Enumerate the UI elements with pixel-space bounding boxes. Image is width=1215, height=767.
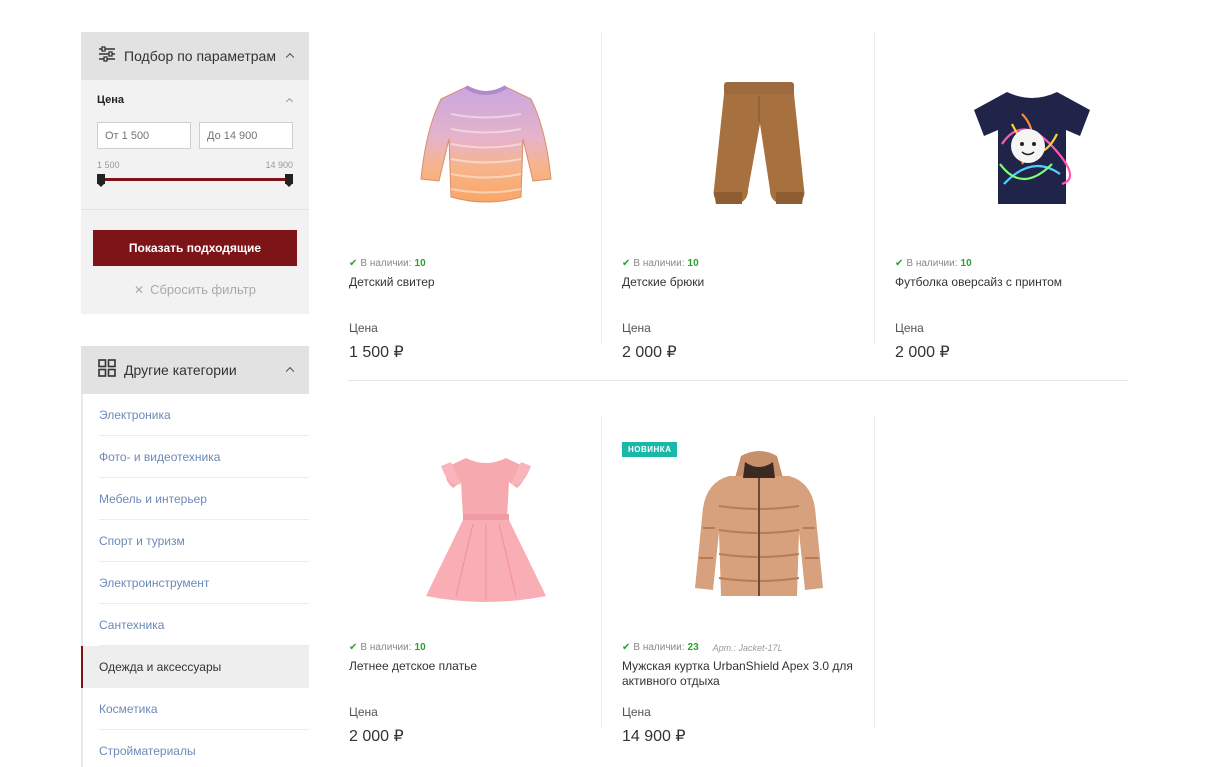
price-min-label: 1 500 bbox=[97, 160, 120, 170]
price-label: Цена bbox=[622, 705, 651, 719]
category-item[interactable]: Электроинструмент bbox=[83, 562, 309, 604]
price-chevron-up-icon[interactable] bbox=[285, 97, 294, 106]
price-max-label: 14 900 bbox=[265, 160, 293, 170]
filter-title: Подбор по параметрам bbox=[124, 48, 276, 64]
product-card[interactable]: НОВИНКА ✔ В наличии: 23 Арт.: Jacket-17L… bbox=[622, 426, 895, 745]
product-name[interactable]: Детские брюки bbox=[622, 275, 862, 290]
other-categories-panel: Другие категории Электроника Фото- и вид… bbox=[81, 346, 309, 767]
stock-label: В наличии: bbox=[633, 258, 685, 269]
product-card[interactable]: ✔ В наличии: 10 Детские брюки Цена 2 000… bbox=[622, 42, 895, 361]
categories-list: Электроника Фото- и видеотехника Мебель … bbox=[81, 394, 309, 767]
category-item-active[interactable]: Одежда и аксессуары bbox=[81, 646, 309, 688]
pants-image[interactable] bbox=[622, 42, 895, 246]
category-item[interactable]: Мебель и интерьер bbox=[83, 478, 309, 520]
stock-status: ✔ В наличии: 10 bbox=[622, 258, 699, 269]
stock-status: ✔ В наличии: 23 Арт.: Jacket-17L bbox=[622, 642, 783, 653]
stock-count: 10 bbox=[414, 258, 426, 269]
check-icon: ✔ bbox=[622, 642, 631, 653]
close-icon: ✕ bbox=[134, 283, 145, 297]
stock-label: В наличии: bbox=[633, 642, 685, 653]
tshirt-image[interactable] bbox=[895, 42, 1168, 246]
product-price: 14 900 ₽ bbox=[622, 728, 686, 745]
category-item[interactable]: Электроника bbox=[83, 394, 309, 436]
check-icon: ✔ bbox=[895, 258, 904, 269]
grid-icon bbox=[98, 358, 116, 382]
stock-label: В наличии: bbox=[360, 642, 412, 653]
stock-label: В наличии: bbox=[906, 258, 958, 269]
check-icon: ✔ bbox=[349, 642, 358, 653]
price-label: Цена bbox=[895, 321, 924, 335]
price-label: Цена bbox=[349, 321, 378, 335]
stock-status: ✔ В наличии: 10 bbox=[349, 642, 426, 653]
stock-status: ✔ В наличии: 10 bbox=[895, 258, 972, 269]
category-item[interactable]: Стройматериалы bbox=[83, 730, 309, 767]
categories-title: Другие категории bbox=[124, 362, 237, 378]
reset-filter-label: Сбросить фильтр bbox=[150, 282, 256, 297]
dress-image[interactable] bbox=[349, 426, 622, 630]
product-name[interactable]: Мужская куртка UrbanShield Apex 3.0 для … bbox=[622, 659, 862, 689]
sweater-image[interactable] bbox=[349, 42, 622, 246]
product-price: 2 000 ₽ bbox=[349, 728, 404, 745]
article-number: Арт.: Jacket-17L bbox=[712, 642, 783, 653]
product-card[interactable]: ✔ В наличии: 10 Летнее детское платье Це… bbox=[349, 426, 622, 745]
category-item[interactable]: Косметика bbox=[83, 688, 309, 730]
product-name[interactable]: Детский свитер bbox=[349, 275, 589, 290]
price-from-input[interactable] bbox=[97, 122, 191, 149]
categories-header[interactable]: Другие категории bbox=[81, 346, 309, 394]
category-item[interactable]: Сантехника bbox=[83, 604, 309, 646]
product-card[interactable]: ✔ В наличии: 10 Футболка оверсайз с прин… bbox=[895, 42, 1168, 361]
reset-filter-link[interactable]: ✕ Сбросить фильтр bbox=[81, 282, 309, 297]
stock-count: 10 bbox=[960, 258, 972, 269]
product-card[interactable]: ✔ В наличии: 10 Детский свитер Цена 1 50… bbox=[349, 42, 622, 361]
price-to-input[interactable] bbox=[199, 122, 293, 149]
filter-header[interactable]: Подбор по параметрам bbox=[81, 32, 309, 80]
filter-sliders-icon bbox=[98, 45, 116, 67]
stock-label: В наличии: bbox=[360, 258, 412, 269]
filter-panel: Подбор по параметрам Цена 1 500 14 900 П… bbox=[81, 32, 309, 314]
check-icon: ✔ bbox=[622, 258, 631, 269]
product-name[interactable]: Футболка оверсайз с принтом bbox=[895, 275, 1135, 290]
product-price: 2 000 ₽ bbox=[895, 344, 950, 361]
chevron-up-icon[interactable] bbox=[285, 52, 295, 62]
stock-count: 10 bbox=[414, 642, 426, 653]
row-divider bbox=[348, 380, 1128, 381]
price-section-title: Цена bbox=[97, 94, 125, 106]
price-range-slider[interactable] bbox=[101, 178, 289, 181]
filter-divider bbox=[81, 209, 309, 210]
slider-max-handle[interactable] bbox=[285, 174, 293, 187]
category-item[interactable]: Спорт и туризм bbox=[83, 520, 309, 562]
product-price: 2 000 ₽ bbox=[622, 344, 677, 361]
stock-count: 10 bbox=[687, 258, 699, 269]
stock-status: ✔ В наличии: 10 bbox=[349, 258, 426, 269]
show-matching-button[interactable]: Показать подходящие bbox=[93, 230, 297, 266]
price-label: Цена bbox=[622, 321, 651, 335]
product-name[interactable]: Летнее детское платье bbox=[349, 659, 589, 674]
slider-min-handle[interactable] bbox=[97, 174, 105, 187]
stock-count: 23 bbox=[687, 642, 699, 653]
jacket-image[interactable] bbox=[622, 426, 895, 630]
chevron-up-icon[interactable] bbox=[285, 366, 295, 376]
price-label: Цена bbox=[349, 705, 378, 719]
check-icon: ✔ bbox=[349, 258, 358, 269]
category-item[interactable]: Фото- и видеотехника bbox=[83, 436, 309, 478]
product-price: 1 500 ₽ bbox=[349, 344, 404, 361]
